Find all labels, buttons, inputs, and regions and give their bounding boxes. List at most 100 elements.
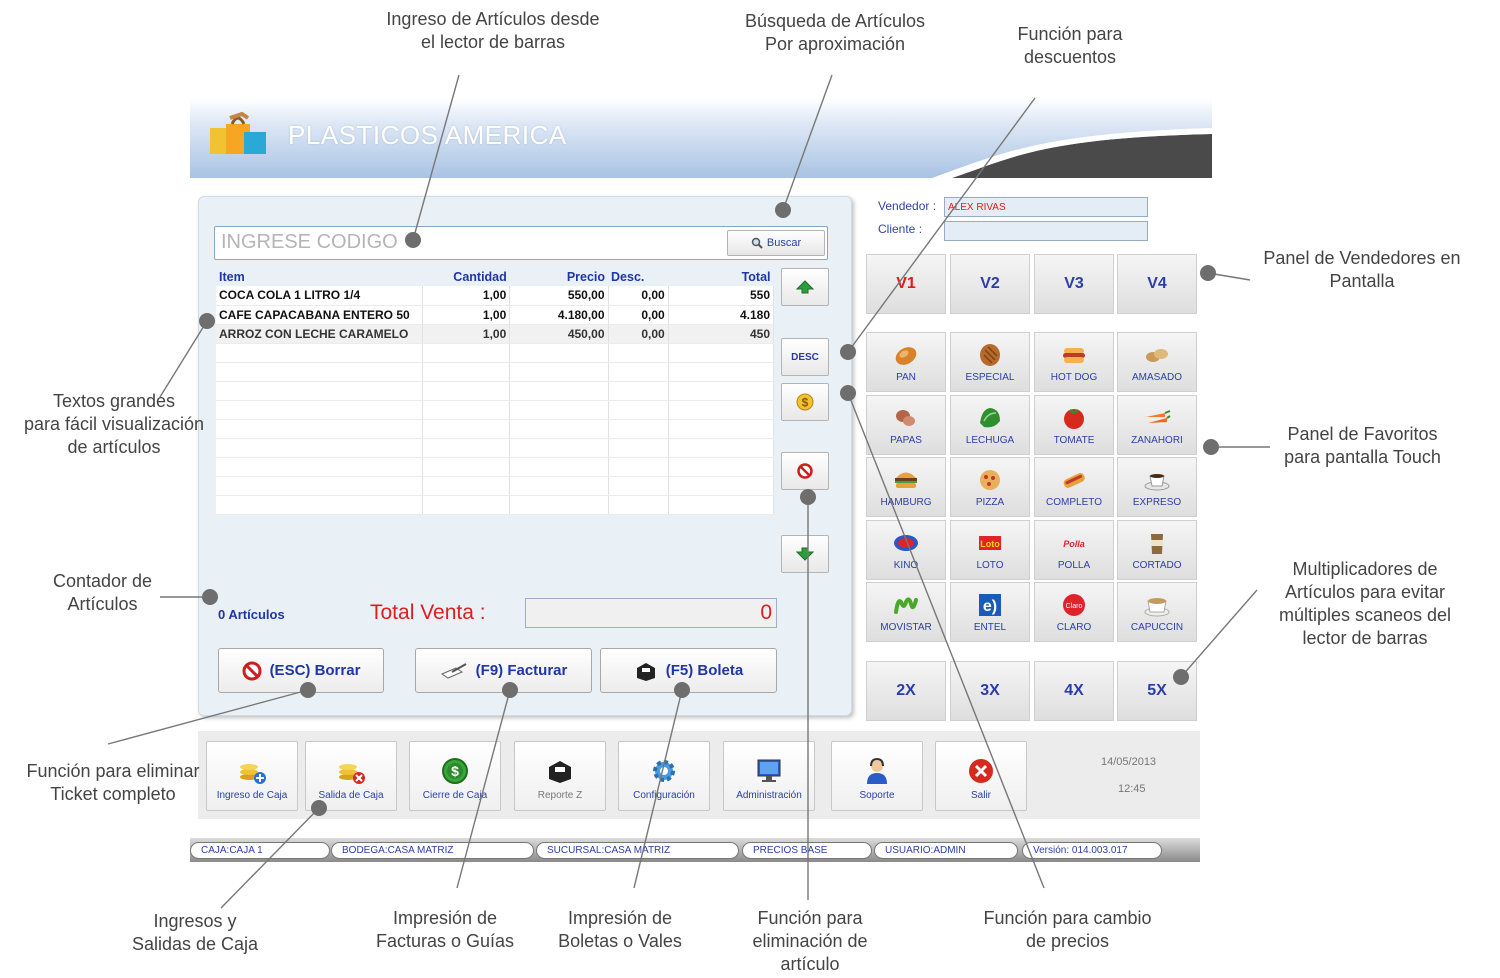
prohibited-icon — [797, 463, 813, 479]
cliente-field[interactable] — [944, 221, 1148, 241]
empty-row — [216, 400, 775, 420]
printer-icon — [549, 761, 571, 783]
favorite-completo[interactable]: COMPLETO — [1034, 457, 1114, 517]
cell-item: CAFE CAPACABANA ENTERO 50 — [216, 305, 424, 325]
close-register-button[interactable]: $ Cierre de Caja — [409, 741, 501, 811]
table-row[interactable]: COCA COLA 1 LITRO 1/4 1,00 550,00 0,00 5… — [216, 286, 775, 306]
arrow-down-icon — [796, 547, 814, 561]
movistar-logo-icon — [894, 596, 918, 614]
favorite-pan[interactable]: PAN — [866, 332, 946, 392]
bread-loaf-icon — [980, 343, 1000, 366]
prohibited-icon — [242, 661, 262, 680]
favorite-claro[interactable]: Claro CLARO — [1034, 582, 1114, 642]
seller-button-v2[interactable]: V2 — [950, 254, 1030, 314]
favorite-pizza[interactable]: PIZZA — [950, 457, 1030, 517]
callout-dot — [1173, 669, 1189, 685]
cell-item: ARROZ CON LECHE CARAMELO — [216, 324, 424, 344]
favorite-polla[interactable]: Polla POLLA — [1034, 520, 1114, 580]
printer-icon — [636, 662, 655, 681]
items-table: Item Cantidad Precio Desc. Total COCA CO… — [216, 268, 775, 573]
favorite-kino[interactable]: KINO — [866, 520, 946, 580]
callout-dot — [502, 682, 518, 698]
status-bodega: BODEGA:CASA MATRIZ — [331, 842, 534, 859]
monitor-icon — [757, 759, 781, 782]
status-caja: CAJA:CAJA 1 — [190, 842, 330, 859]
hot-dog-icon — [1063, 472, 1085, 488]
change-price-button[interactable]: $ — [781, 383, 829, 421]
search-button[interactable]: Buscar — [727, 230, 825, 256]
table-row[interactable]: CAFE CAPACABANA ENTERO 50 1,00 4.180,00 … — [216, 305, 775, 325]
cash-out-label: Salida de Caja — [318, 790, 384, 801]
callout-dot — [405, 232, 421, 248]
cell-desc: 0,00 — [608, 305, 669, 325]
exit-button[interactable]: Salir — [935, 741, 1027, 811]
favorite-especial[interactable]: ESPECIAL — [950, 332, 1030, 392]
seller-button-v4[interactable]: V4 — [1117, 254, 1197, 314]
coffee-cup-icon — [1144, 473, 1170, 490]
favorite-lechuga[interactable]: LECHUGA — [950, 395, 1030, 455]
favorite-label: CORTADO — [1132, 559, 1182, 571]
favorite-hamburg[interactable]: HAMBURG — [866, 457, 946, 517]
favorite-hot-dog[interactable]: HOT DOG — [1034, 332, 1114, 392]
support-button[interactable]: Soporte — [831, 741, 923, 811]
seller-button-v3[interactable]: V3 — [1034, 254, 1114, 314]
entel-logo-icon: e) — [979, 593, 1001, 616]
tomato-icon — [1064, 408, 1084, 429]
callout-dot — [674, 682, 690, 698]
callout-eliminar-ticket: Función para eliminar Ticket completo — [26, 761, 200, 804]
favorite-papas[interactable]: PAPAS — [866, 395, 946, 455]
favorite-amasado[interactable]: AMASADO — [1117, 332, 1197, 392]
cell-total: 450 — [668, 324, 775, 344]
empty-row — [216, 438, 775, 458]
favorite-tomate[interactable]: TOMATE — [1034, 395, 1114, 455]
empty-row — [216, 343, 775, 363]
favorite-zanahoria[interactable]: ZANAHORI — [1117, 395, 1197, 455]
status-precios: PRECIOS BASE — [742, 842, 872, 859]
callout-descuentos: Función para descuentos — [1017, 24, 1123, 67]
current-date: 14/05/2013 — [1101, 756, 1157, 768]
favorite-movistar[interactable]: MOVISTAR — [866, 582, 946, 642]
admin-button[interactable]: Administración — [723, 741, 815, 811]
multiplier-4x[interactable]: 4X — [1034, 661, 1114, 721]
callout-dot — [1200, 265, 1216, 281]
barcode-input[interactable] — [215, 227, 715, 257]
cell-desc: 0,00 — [608, 324, 669, 344]
settings-button[interactable]: Configuración — [618, 741, 710, 811]
delete-item-button[interactable] — [781, 452, 829, 490]
cell-precio: 450,00 — [509, 324, 609, 344]
discount-button[interactable]: DESC — [781, 338, 829, 376]
invoice-label: (F9) Facturar — [475, 662, 568, 679]
search-button-label: Buscar — [766, 237, 802, 249]
favorite-label: AMASADO — [1131, 371, 1182, 383]
favorite-label: PAPAS — [890, 434, 922, 446]
favorite-expreso[interactable]: EXPRESO — [1117, 457, 1197, 517]
multiplier-3x[interactable]: 3X — [950, 661, 1030, 721]
callout-textos: Textos grandes para fácil visualización … — [23, 391, 205, 457]
vendedor-field[interactable]: ALEX RIVAS — [944, 197, 1148, 217]
scroll-down-button[interactable] — [781, 535, 829, 573]
favorite-label: ENTEL — [973, 621, 1007, 633]
callout-dot — [300, 682, 316, 698]
favorite-capuccino[interactable]: CAPUCCIN — [1117, 582, 1197, 642]
seller-button-v1[interactable]: V1 — [866, 254, 946, 314]
cappuccino-icon — [1144, 597, 1170, 616]
favorite-loto[interactable]: Loto LOTO — [950, 520, 1030, 580]
callout-boletas: Impresión de Boletas o Vales — [558, 908, 682, 951]
svg-text:Loto: Loto — [980, 539, 1000, 549]
z-report-button[interactable]: Reporte Z — [514, 741, 606, 811]
support-person-icon — [867, 757, 887, 784]
favorite-entel[interactable]: e) ENTEL — [950, 582, 1030, 642]
app-header: PLASTICOS AMERICA — [190, 98, 1212, 178]
table-row[interactable]: ARROZ CON LECHE CARAMELO 1,00 450,00 0,0… — [216, 324, 775, 344]
multiplier-label: 3X — [980, 682, 1000, 699]
seller-label: V1 — [896, 275, 916, 292]
multiplier-2x[interactable]: 2X — [866, 661, 946, 721]
scroll-up-button[interactable] — [781, 268, 829, 306]
callout-dot — [202, 589, 218, 605]
favorite-cortado[interactable]: CORTADO — [1117, 520, 1197, 580]
col-desc: Desc. — [611, 270, 645, 284]
shopping-bags-logo-icon — [210, 111, 266, 154]
favorite-label: MOVISTAR — [880, 621, 932, 633]
callout-ingresos-salidas: Ingresos y Salidas de Caja — [131, 911, 259, 954]
callout-vendedores: Panel de Vendedores en Pantalla — [1263, 248, 1461, 291]
